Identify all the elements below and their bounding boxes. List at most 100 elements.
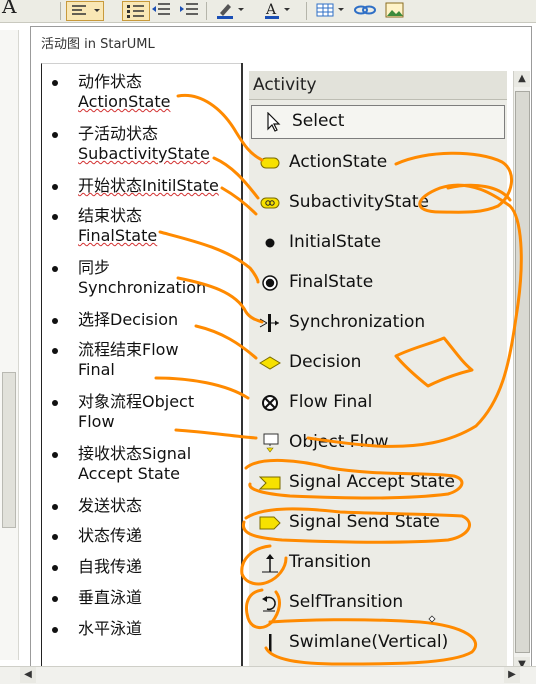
synchronization-icon (259, 314, 279, 332)
bullet-icon (52, 80, 58, 86)
palette-header[interactable]: Activity (249, 71, 507, 100)
palette-item-initialstate[interactable]: InitialState (249, 223, 507, 263)
palette-item-finalstate[interactable]: FinalState (249, 263, 507, 303)
signal-send-icon (259, 516, 281, 530)
panel-divider (241, 63, 243, 669)
palette-item-decision[interactable]: Decision (249, 343, 507, 383)
scroll-up-icon[interactable]: ▲ (514, 71, 530, 87)
subactivity-state-icon (260, 197, 280, 209)
note-line: 状态传递 (78, 526, 143, 545)
note-line: 结束状态 (78, 206, 143, 225)
bullet-icon (52, 504, 58, 510)
scroll-left-icon[interactable]: ◀ (20, 667, 36, 683)
swimlane-vertical-icon (269, 634, 272, 652)
palette-item-label: Transition (289, 552, 372, 572)
palette-item-subactivitystate[interactable]: SubactivityState (249, 183, 507, 223)
palette-item-label: Signal Send State (289, 512, 440, 532)
decrease-indent-icon[interactable] (150, 1, 172, 19)
palette-item-label: Select (292, 111, 345, 131)
bullet-icon (52, 318, 58, 324)
note-window: 活动图 in StarUML 动作状态 ActionState 子活动状态 Suba… (30, 26, 532, 678)
palette-item-label: Signal Accept State (289, 472, 455, 492)
initial-state-icon (265, 238, 275, 248)
bullet-icon (52, 565, 58, 571)
bullet-list-icon[interactable] (122, 1, 150, 21)
note-line: 流程结束Flow (78, 340, 179, 359)
image-icon[interactable] (384, 1, 406, 19)
bullet-icon (52, 400, 58, 406)
toolbar-separator (306, 2, 307, 20)
note-line: 开始状态InitilState (78, 176, 219, 195)
align-left-icon[interactable] (66, 1, 104, 21)
note-line: FinalState (78, 226, 158, 245)
palette-item-swimlane-vertical[interactable]: Swimlane(Vertical) (249, 623, 507, 663)
highlight-pen-icon[interactable] (214, 1, 246, 19)
bullet-icon (52, 132, 58, 138)
toolbar-separator (60, 2, 61, 20)
note-line: Flow (78, 412, 115, 431)
bullet-icon (52, 348, 58, 354)
bullet-icon (52, 596, 58, 602)
bullet-icon (52, 266, 58, 272)
decision-icon (259, 356, 281, 370)
scroll-right-icon[interactable]: ▶ (504, 667, 520, 683)
link-icon[interactable] (352, 1, 378, 19)
note-line: 同步 (78, 258, 111, 277)
transition-icon (262, 554, 278, 573)
note-line: SubactivityState (78, 144, 210, 163)
note-line: Accept State (78, 464, 180, 483)
palette-item-flowfinal[interactable]: Flow Final (249, 383, 507, 423)
flow-final-icon (262, 395, 278, 411)
window-title: 活动图 in StarUML (41, 37, 155, 52)
palette-item-actionstate[interactable]: ActionState (249, 143, 507, 183)
bullet-icon (52, 627, 58, 633)
note-line: ActionState (78, 92, 171, 111)
note-line: 对象流程Object (78, 392, 195, 411)
palette-item-label: ActionState (289, 152, 388, 172)
bullet-icon (52, 184, 58, 190)
palette-item-objectflow[interactable]: Object Flow (249, 423, 507, 463)
document-scroll-thumb[interactable] (2, 372, 16, 528)
font-letter-icon[interactable]: A (2, 0, 24, 18)
palette-item-select[interactable]: Select (251, 105, 505, 139)
bullet-icon (52, 214, 58, 220)
note-line: 自我传递 (78, 557, 143, 576)
palette-item-signalaccept[interactable]: Signal Accept State (249, 463, 507, 503)
bullet-icon (52, 452, 58, 458)
self-transition-icon (262, 596, 276, 612)
cursor-arrow-icon (267, 112, 281, 132)
table-icon[interactable] (314, 1, 348, 19)
note-line: 子活动状态 (78, 124, 159, 143)
palette-item-synchronization[interactable]: Synchronization (249, 303, 507, 343)
palette-item-label: Flow Final (289, 392, 373, 412)
action-state-icon (260, 157, 280, 169)
signal-accept-icon (259, 476, 281, 490)
horizontal-scrollbar[interactable]: ◀ ▶ (0, 666, 536, 684)
increase-indent-icon[interactable] (178, 1, 200, 19)
document-scrollbar[interactable] (0, 30, 19, 660)
palette-item-label: Decision (289, 352, 362, 372)
palette-scroll-thumb[interactable] (515, 91, 530, 653)
formatting-toolbar: A A (0, 0, 536, 23)
palette-item-label: Object Flow (289, 432, 389, 452)
font-color-icon[interactable]: A (262, 1, 292, 19)
palette-item-label: InitialState (289, 232, 382, 252)
palette-item-signalsend[interactable]: Signal Send State (249, 503, 507, 543)
final-state-icon (262, 275, 278, 291)
activity-palette: Activity Select ActionState SubactivityS… (249, 71, 507, 671)
palette-scrollbar[interactable]: ▲ ▼ (513, 71, 530, 675)
palette-item-selftransition[interactable]: SelfTransition (249, 583, 507, 623)
toolbar-separator (206, 2, 207, 20)
palette-item-transition[interactable]: Transition (249, 543, 507, 583)
note-line: 水平泳道 (78, 619, 143, 638)
notes-panel: 动作状态 ActionState 子活动状态 SubactivityState 开始… (41, 63, 242, 670)
note-line: Final (78, 360, 115, 379)
object-flow-icon (263, 433, 279, 453)
note-line: 动作状态 (78, 72, 143, 91)
palette-item-label: FinalState (289, 272, 374, 292)
note-line: 垂直泳道 (78, 588, 143, 607)
palette-item-label: Swimlane(Vertical) (289, 632, 449, 652)
palette-item-label: SubactivityState (289, 192, 430, 212)
note-line: 接收状态Signal (78, 444, 192, 463)
palette-item-label: SelfTransition (289, 592, 404, 612)
